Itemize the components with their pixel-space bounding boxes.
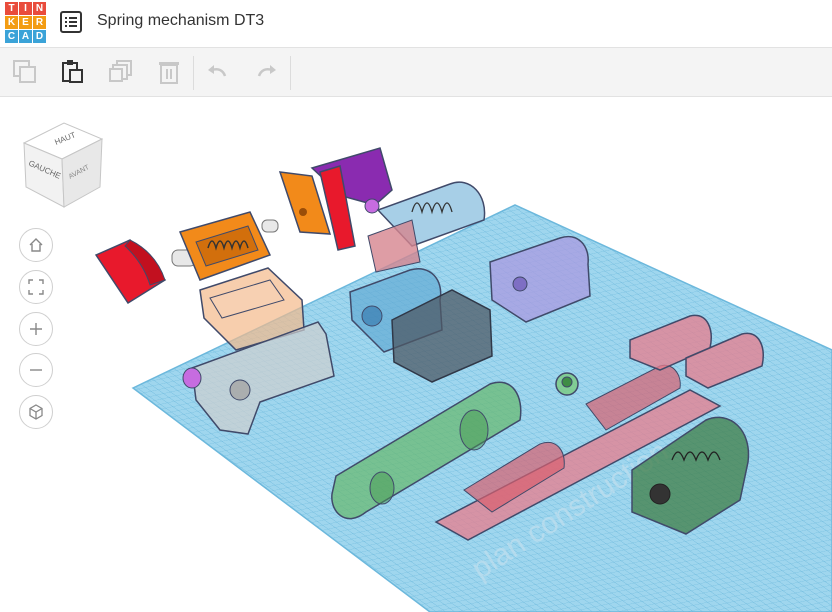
edit-toolbar (0, 48, 832, 97)
logo-letter: D (33, 30, 46, 43)
zoom-out-button[interactable] (19, 353, 53, 387)
logo-letter: R (33, 16, 46, 29)
tinkercad-logo[interactable]: T I N K E R C A D (5, 2, 46, 43)
design-list-button[interactable] (60, 11, 82, 33)
home-icon (29, 238, 43, 252)
perspective-toggle-button[interactable] (19, 395, 53, 429)
copy-icon (13, 60, 36, 83)
logo-letter: I (19, 2, 32, 15)
logo-letter: C (5, 30, 18, 43)
fit-view-button[interactable] (19, 270, 53, 304)
logo-letter: E (19, 16, 32, 29)
logo-letter: K (5, 16, 18, 29)
toolbar-divider (193, 56, 194, 90)
logo-letter: T (5, 2, 18, 15)
delete-button[interactable] (155, 58, 183, 86)
copy-button[interactable] (11, 58, 39, 86)
undo-button[interactable] (204, 58, 232, 86)
perspective-icon (29, 404, 43, 420)
paste-button[interactable] (58, 58, 86, 86)
3d-workspace[interactable]: plan construction HAUT GAUCHE AVANT (0, 97, 832, 612)
redo-button[interactable] (252, 58, 280, 86)
logo-letter: N (33, 2, 46, 15)
delete-icon (159, 62, 179, 84)
zoom-in-icon (30, 323, 42, 335)
paste-icon (62, 60, 83, 83)
duplicate-icon (109, 60, 132, 82)
duplicate-button[interactable] (107, 58, 135, 86)
list-icon (60, 11, 82, 33)
fit-view-icon (28, 279, 44, 295)
toolbar-divider (290, 56, 291, 90)
red-wedge-part[interactable] (94, 239, 167, 305)
logo-letter: A (19, 30, 32, 43)
zoom-in-button[interactable] (19, 312, 53, 346)
design-title[interactable]: Spring mechanism DT3 (97, 12, 264, 30)
top-bar: T I N K E R C A D Spring mechanism DT3 (0, 0, 832, 48)
scene-canvas[interactable]: plan construction (0, 97, 832, 612)
green-ring-part[interactable] (555, 372, 579, 396)
view-cube[interactable]: HAUT GAUCHE AVANT (20, 117, 104, 211)
undo-icon (208, 65, 227, 77)
home-view-button[interactable] (19, 228, 53, 262)
zoom-out-icon (30, 369, 42, 371)
redo-icon (257, 65, 276, 77)
